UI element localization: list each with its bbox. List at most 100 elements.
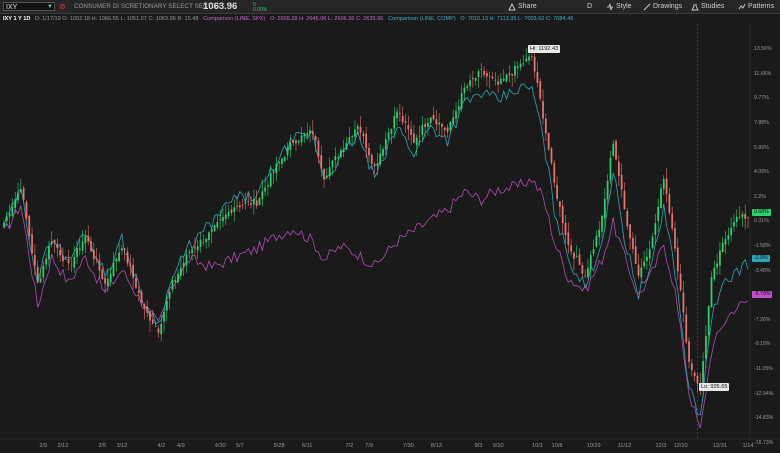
candle-body: [404, 121, 407, 123]
candle-body: [199, 239, 202, 247]
candle-body: [323, 169, 325, 180]
candle-body: [306, 133, 309, 136]
share-button[interactable]: Share: [508, 1, 537, 12]
candle-body: [547, 132, 550, 150]
candle-body: [143, 304, 146, 308]
candle-body: [654, 223, 657, 235]
candle-body: [724, 239, 727, 245]
candle-body: [78, 248, 81, 251]
candle-body: [19, 189, 22, 192]
candle-body: [50, 241, 53, 245]
candle-body: [455, 111, 457, 119]
candle-body: [300, 135, 303, 143]
candle-body: [539, 81, 542, 99]
candle-body: [356, 126, 359, 130]
candle-body: [8, 213, 11, 217]
candle-body: [160, 323, 163, 335]
x-tick-label: 3/12: [116, 443, 128, 449]
symbol-description: CONSUMER DI SCRETIONARY SELECT SECTOR: [74, 3, 221, 10]
candle-body: [617, 161, 620, 177]
candle-body: [609, 157, 612, 181]
drawings-button[interactable]: Drawings: [643, 1, 682, 12]
comp-comparison-label[interactable]: Comparison (LINE, COMP): [388, 16, 456, 22]
chevron-down-icon[interactable]: ▼: [47, 3, 53, 12]
pencil-icon: [643, 3, 651, 10]
candle-body: [542, 101, 544, 119]
main-price-tag: 0.68%: [752, 209, 771, 216]
style-button[interactable]: Style: [606, 1, 632, 12]
candle-body: [227, 212, 230, 216]
candle-body: [328, 167, 331, 177]
studies-button[interactable]: Studies: [691, 1, 724, 12]
candle-body: [438, 122, 441, 125]
candle-body: [533, 56, 536, 72]
candle-body: [632, 237, 634, 250]
candle-body: [418, 135, 421, 137]
candle-body: [25, 201, 28, 219]
spx-comparison-label[interactable]: Comparison (LINE, SPX): [203, 16, 265, 22]
candle-body: [36, 266, 39, 283]
period-label[interactable]: IXY 1 Y 1D: [3, 16, 30, 22]
candle-body: [84, 235, 87, 244]
aggregation-button[interactable]: D: [587, 1, 592, 12]
symbol-input[interactable]: IXY ▼: [3, 2, 55, 11]
x-tick-label: 8/13: [430, 443, 442, 449]
candle-body: [733, 221, 735, 227]
candle-body: [730, 227, 733, 236]
candle-body: [286, 147, 289, 156]
candle-body: [115, 259, 118, 262]
candle-body: [573, 252, 575, 259]
candle-body: [219, 219, 222, 221]
candle-body: [668, 194, 671, 213]
candle-body: [261, 191, 264, 200]
candle-body: [620, 174, 623, 190]
x-tick-label: 12/3: [655, 443, 667, 449]
candle-body: [92, 249, 95, 260]
patterns-label: Patterns: [748, 3, 775, 10]
candle-body: [623, 190, 626, 210]
candle-body: [497, 81, 499, 85]
candle-body: [362, 133, 365, 137]
candle-body: [640, 267, 643, 278]
candle-body: [73, 257, 76, 268]
candle-body: [370, 154, 373, 164]
candle-body: [559, 201, 561, 207]
x-tick-label: 7/30: [402, 443, 414, 449]
candle-body: [95, 258, 98, 260]
candle-body: [578, 254, 581, 265]
x-tick-label: 10/1: [531, 443, 543, 449]
x-tick-label: 4/30: [214, 443, 226, 449]
candle-body: [171, 280, 174, 290]
candle-body: [432, 114, 435, 120]
candle-body: [449, 121, 452, 131]
candle-body: [567, 232, 570, 245]
candle-body: [317, 140, 320, 157]
last-price: 1063.96: [203, 1, 238, 12]
candle-body: [331, 160, 334, 168]
candle-body: [359, 126, 362, 133]
candle-body: [208, 232, 210, 241]
candle-body: [244, 202, 247, 204]
top-toolbar: IXY ▼ ⊘ CONSUMER DI SCRETIONARY SELECT S…: [0, 0, 780, 14]
candle-body: [107, 278, 109, 286]
candle-body: [674, 228, 676, 249]
close-icon[interactable]: ⊘: [59, 2, 66, 11]
candle-body: [584, 275, 587, 277]
candle-body: [536, 71, 539, 83]
patterns-button[interactable]: Patterns: [738, 1, 774, 12]
price-chart[interactable]: [0, 24, 780, 453]
candle-body: [222, 217, 224, 222]
price-change: 0 0.00%: [253, 2, 268, 13]
candle-body: [154, 325, 157, 327]
candle-body: [519, 63, 522, 68]
candle-body: [643, 261, 645, 267]
candle-body: [348, 137, 351, 142]
candle-body: [76, 247, 78, 258]
candle-body: [132, 265, 135, 278]
candle-body: [676, 247, 679, 272]
candle-body: [671, 213, 674, 229]
candle-body: [581, 265, 584, 274]
candle-body: [104, 277, 106, 284]
candle-body: [168, 291, 171, 299]
spx-price-tag: -5.79%: [752, 291, 773, 298]
